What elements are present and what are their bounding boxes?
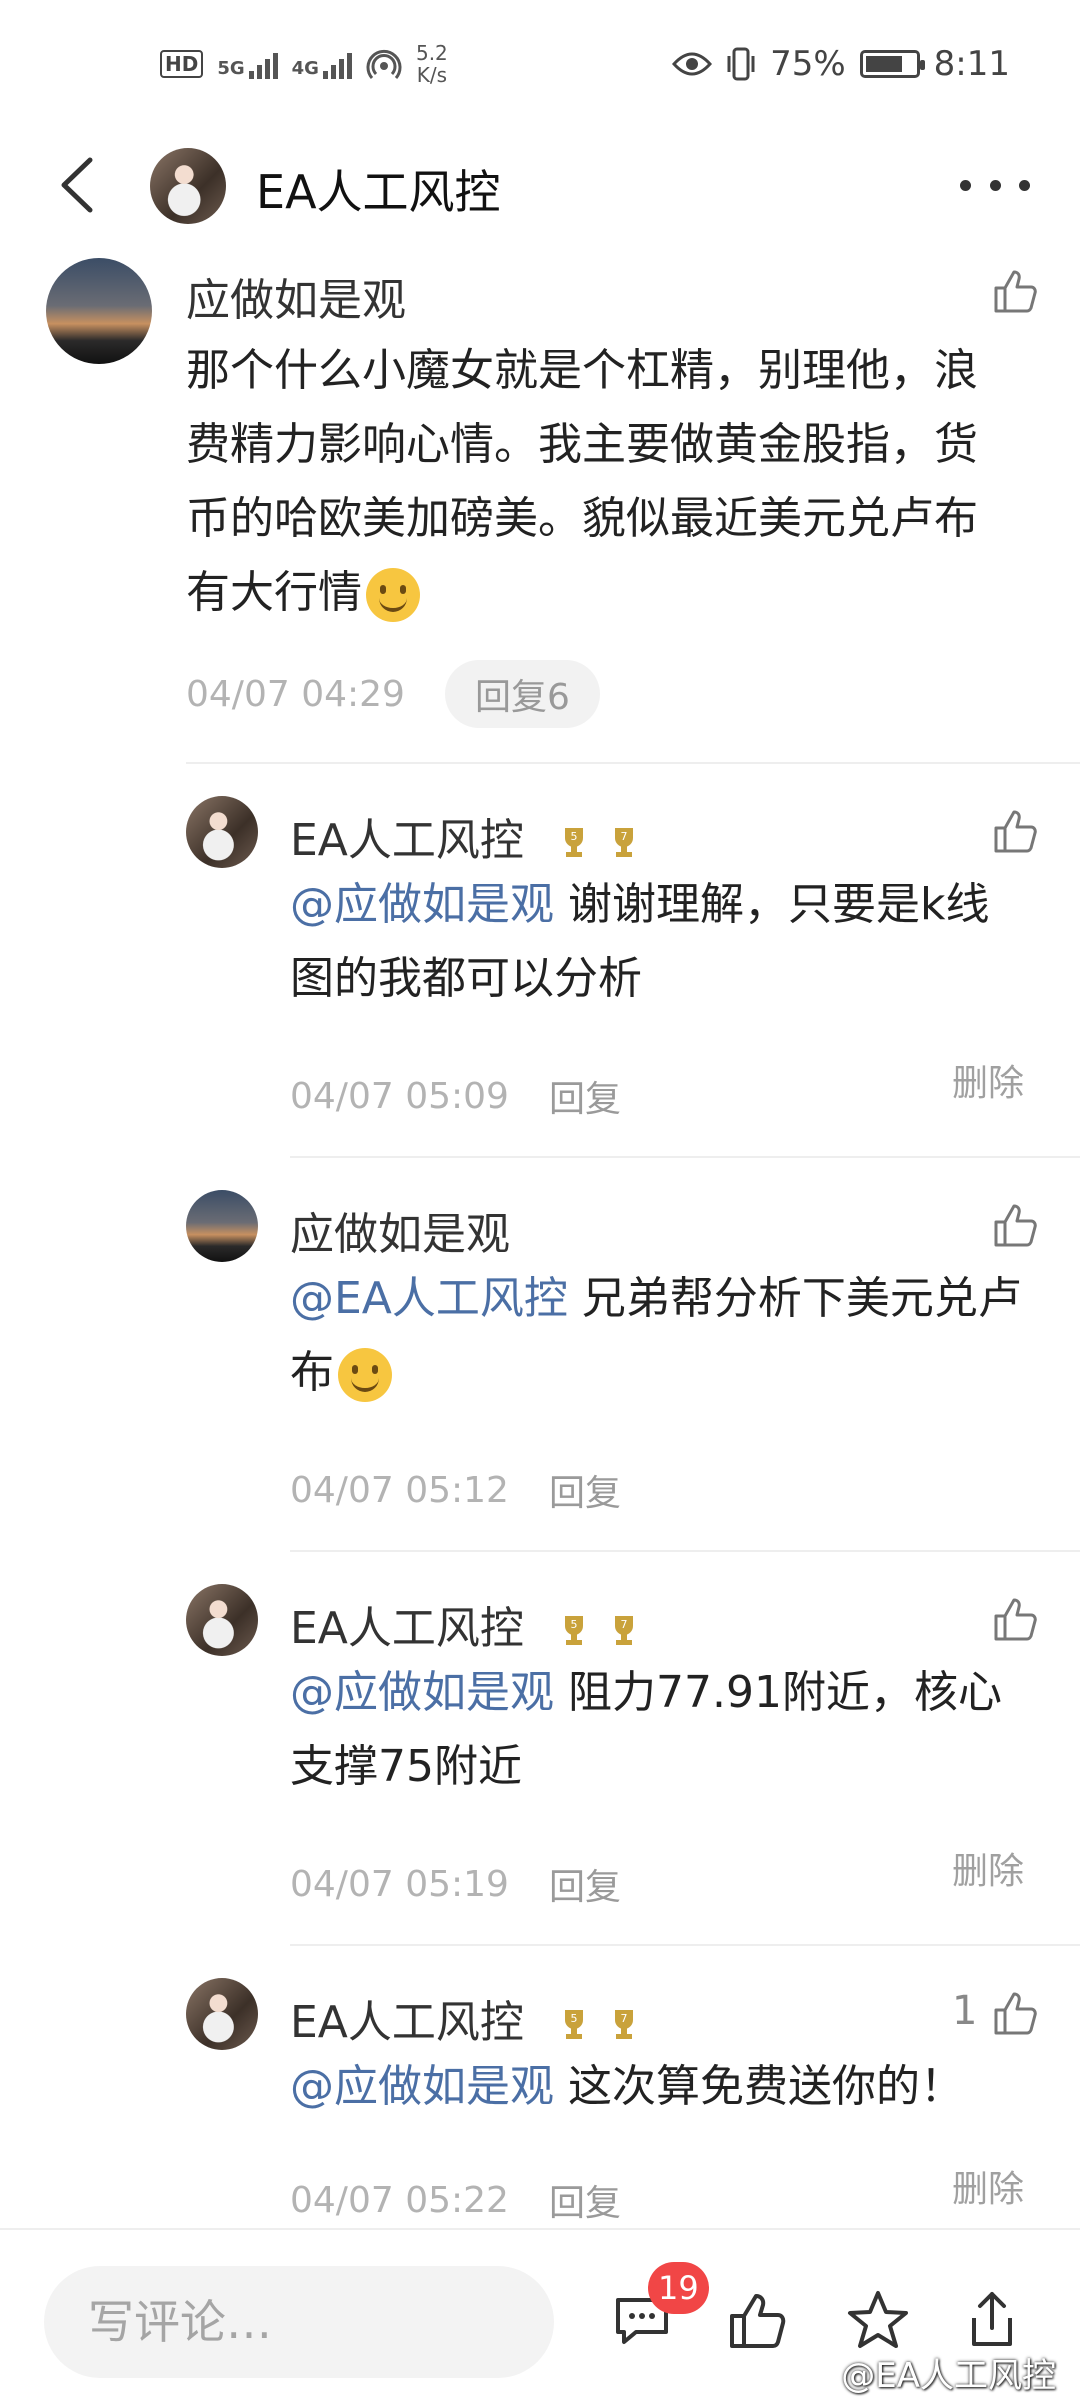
thumbs-up-icon[interactable] [990, 1200, 1040, 1250]
reply-time: 04/07 05:19 [290, 1863, 509, 1905]
reply-time: 04/07 05:12 [290, 1469, 509, 1511]
thumbs-up-icon[interactable] [990, 1594, 1040, 1644]
thumbs-up-icon[interactable] [990, 806, 1040, 856]
svg-text:5: 5 [570, 830, 577, 843]
signal-bars-icon [248, 49, 278, 79]
signal-4g: 4G [292, 49, 352, 79]
avatar[interactable] [186, 1978, 258, 2050]
status-left: HD 5G 4G 5.2 K/s [160, 42, 448, 86]
bottom-action-bar: 19 @EA人工风控 [0, 2228, 1080, 2400]
trophy-icon: 5 [564, 2010, 583, 2039]
delete-button[interactable]: 删除 [952, 1054, 1024, 1106]
trophy-badges: 5 7 [556, 1613, 642, 1649]
svg-text:5: 5 [570, 2012, 577, 2025]
reply-item: EA人工风控 5 7 @应做如是观 阻力77.91附近，核心支撑75附近 04/… [0, 1552, 1080, 1942]
comment-author[interactable]: 应做如是观 [186, 264, 406, 328]
reply-item: EA人工风控 5 7 1 @应做如是观 这次算免费送你的！ 04/07 05:2… [0, 1946, 1080, 2228]
back-button[interactable] [48, 150, 108, 220]
avatar[interactable] [186, 1190, 258, 1262]
reply-button[interactable]: 回复 [549, 1464, 621, 1516]
reply-button[interactable]: 回复 [549, 2174, 621, 2226]
reply-text: @应做如是观 谢谢理解，只要是k线图的我都可以分析 [290, 879, 990, 1004]
star-icon[interactable] [846, 2288, 910, 2352]
mention-link[interactable]: @应做如是观 [290, 2061, 554, 2112]
status-bar: HD 5G 4G 5.2 K/s 75% 8:11 [0, 0, 1080, 130]
reply-time: 04/07 05:09 [290, 1075, 509, 1117]
reply-text: @EA人工风控 兄弟帮分析下美元兑卢布 [290, 1262, 1040, 1410]
svg-text:7: 7 [620, 1618, 627, 1631]
mention-link[interactable]: @应做如是观 [290, 1667, 554, 1718]
trophy-icon: 7 [614, 2010, 633, 2039]
trophy-icon: 7 [614, 1616, 633, 1645]
svg-text:7: 7 [620, 830, 627, 843]
reply-item: 应做如是观 @EA人工风控 兄弟帮分析下美元兑卢布 04/07 05:12 回复 [0, 1158, 1080, 1548]
wink-emoji-icon [338, 1348, 392, 1402]
avatar[interactable] [186, 796, 258, 868]
comment-time: 04/07 04:29 [186, 673, 405, 715]
signal-5g: 5G [217, 49, 278, 79]
battery-icon [859, 50, 925, 78]
reply-meta: 04/07 05:19 回复 [290, 1858, 621, 1910]
thumbs-up-icon[interactable] [990, 266, 1040, 316]
reply-text: @应做如是观 这次算免费送你的！ [290, 2061, 964, 2112]
reply-meta: 04/07 05:22 回复 [290, 2174, 621, 2226]
header-avatar[interactable] [150, 148, 226, 224]
svg-text:5: 5 [570, 1618, 577, 1631]
more-options-button[interactable] [960, 170, 1030, 200]
trophy-icon: 5 [564, 1616, 583, 1645]
delete-button[interactable]: 删除 [952, 1842, 1024, 1894]
page-title: EA人工风控 [256, 165, 501, 219]
reply-item: EA人工风控 5 7 @应做如是观 谢谢理解，只要是k线图的我都可以分析 04/… [0, 764, 1080, 1154]
mention-link[interactable]: @EA人工风控 [290, 1273, 568, 1324]
eye-icon [672, 52, 713, 76]
delete-button[interactable]: 删除 [952, 2160, 1024, 2212]
reply-meta: 04/07 05:12 回复 [290, 1464, 621, 1516]
network-speed: 5.2 K/s [415, 41, 448, 87]
battery-percent: 75% [770, 44, 846, 84]
reply-count-button[interactable]: 回复6 [444, 660, 600, 728]
watermark: @EA人工风控 [841, 2356, 1056, 2396]
reply-author[interactable]: 应做如是观 [290, 1198, 510, 1262]
reply-button[interactable]: 回复 [549, 1858, 621, 1910]
comment-meta: 04/07 04:29 回复6 [186, 660, 600, 728]
smile-emoji-icon [366, 568, 420, 622]
comment-count-badge: 19 [648, 2262, 709, 2314]
thumbs-up-icon[interactable] [990, 1988, 1040, 2038]
reply-button[interactable]: 回复 [549, 1070, 621, 1122]
avatar[interactable] [46, 258, 152, 364]
signal-bars-icon [322, 49, 352, 79]
comment-text: 那个什么小魔女就是个杠精，别理他，浪费精力影响心情。我主要做黄金股指，货币的哈欧… [186, 334, 1006, 630]
hd-indicator: HD [160, 50, 204, 78]
thumbs-up-icon[interactable] [726, 2288, 790, 2352]
trophy-badges: 5 7 [556, 825, 642, 861]
comment-main: 应做如是观 那个什么小魔女就是个杠精，别理他，浪费精力影响心情。我主要做黄金股指… [0, 240, 1080, 760]
reply-meta: 04/07 05:09 回复 [290, 1070, 621, 1122]
trophy-icon: 5 [564, 828, 583, 857]
vibrate-icon [727, 47, 755, 81]
reply-author: EA人工风控 5 7 [290, 1986, 642, 2050]
clock: 8:11 [933, 44, 1010, 84]
chevron-left-icon [61, 157, 93, 213]
avatar[interactable] [186, 1584, 258, 1656]
comment-input[interactable] [44, 2266, 554, 2378]
trophy-icon: 7 [614, 828, 633, 857]
trophy-badges: 5 7 [556, 2007, 642, 2043]
reply-author: EA人工风控 5 7 [290, 1592, 642, 1656]
hotspot-icon [366, 49, 402, 79]
reply-time: 04/07 05:22 [290, 2179, 509, 2221]
svg-text:7: 7 [620, 2012, 627, 2025]
mention-link[interactable]: @应做如是观 [290, 879, 554, 930]
like-count: 1 [952, 1988, 978, 2034]
reply-author: EA人工风控 5 7 [290, 804, 642, 868]
share-icon[interactable] [960, 2288, 1024, 2352]
app-header: EA人工风控 [0, 130, 1080, 240]
reply-text: @应做如是观 阻力77.91附近，核心支撑75附近 [290, 1667, 1002, 1792]
status-right: 75% 8:11 [672, 44, 1010, 84]
